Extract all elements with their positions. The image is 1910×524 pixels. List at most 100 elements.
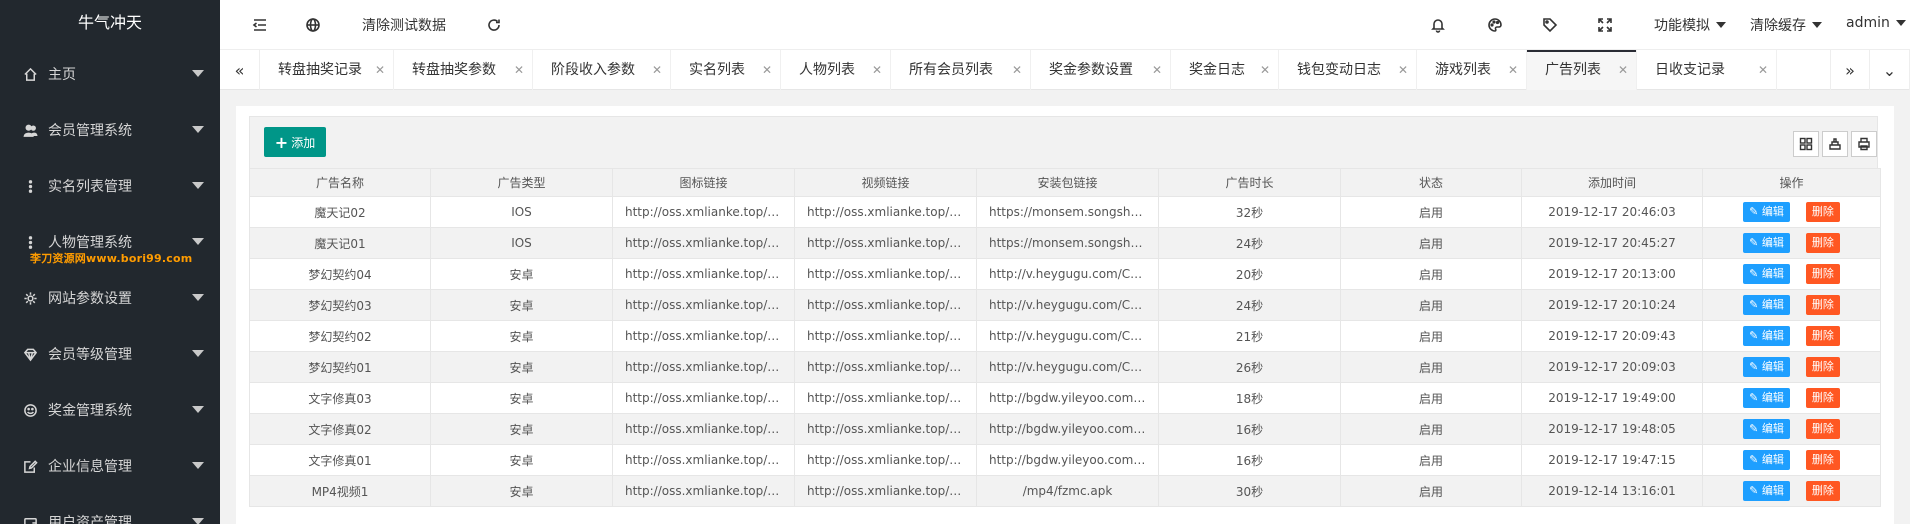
edit-button[interactable]: ✎ 编辑 bbox=[1743, 419, 1790, 439]
column-header[interactable]: 广告名称 bbox=[249, 168, 431, 197]
menu-toggle-icon[interactable] bbox=[250, 15, 270, 35]
edit-button[interactable]: ✎ 编辑 bbox=[1743, 295, 1790, 315]
table-cell-type: 安卓 bbox=[430, 351, 613, 383]
sidebar-item-bonus[interactable]: 奖金管理系统 bbox=[0, 382, 220, 438]
table-cell-video-url: http://oss.xmlianke.top/m... bbox=[794, 196, 977, 228]
tab-label: 转盘抽奖参数 bbox=[412, 62, 496, 78]
close-icon[interactable]: ✕ bbox=[1260, 50, 1270, 90]
delete-button[interactable]: 删除 bbox=[1805, 295, 1840, 315]
sidebar-item-home[interactable]: 主页 bbox=[0, 46, 220, 102]
close-icon[interactable]: ✕ bbox=[872, 50, 882, 90]
table-cell-pkg-url: http://bgdw.yileyoo.com/Yi... bbox=[976, 413, 1159, 445]
refresh-icon[interactable] bbox=[484, 15, 504, 35]
delete-button[interactable]: 删除 bbox=[1805, 233, 1840, 253]
tabs-menu-chevron-icon[interactable]: ⌄ bbox=[1870, 50, 1910, 90]
delete-button[interactable]: 删除 bbox=[1805, 388, 1840, 408]
edit-button[interactable]: ✎ 编辑 bbox=[1743, 450, 1790, 470]
table-cell-duration: 16秒 bbox=[1158, 413, 1341, 445]
sidebar-item-member-levels[interactable]: 会员等级管理 bbox=[0, 326, 220, 382]
column-header[interactable]: 添加时间 bbox=[1521, 168, 1703, 197]
close-icon[interactable]: ✕ bbox=[1398, 50, 1408, 90]
edit-button-label: 编辑 bbox=[1761, 205, 1784, 218]
tab-spin-params[interactable]: 转盘抽奖参数 ✕ bbox=[394, 50, 533, 90]
sidebar-item-site-settings[interactable]: 网站参数设置 bbox=[0, 270, 220, 326]
column-header[interactable]: 状态 bbox=[1340, 168, 1522, 197]
table-cell-status: 启用 bbox=[1340, 351, 1522, 383]
table-row: 梦幻契约04 安卓 http://oss.xmlianke.top/m... http… bbox=[249, 258, 1881, 290]
close-icon[interactable]: ✕ bbox=[1508, 50, 1518, 90]
column-header[interactable]: 图标链接 bbox=[612, 168, 795, 197]
clear-cache-label: 清除缓存 bbox=[1750, 18, 1806, 34]
table-cell-actions: ✎ 编辑 删除 bbox=[1702, 351, 1881, 383]
edit-button[interactable]: ✎ 编辑 bbox=[1743, 357, 1790, 377]
edit-button[interactable]: ✎ 编辑 bbox=[1743, 233, 1790, 253]
delete-button[interactable]: 删除 bbox=[1805, 357, 1840, 377]
close-icon[interactable]: ✕ bbox=[652, 50, 662, 90]
table-cell-duration: 30秒 bbox=[1158, 475, 1341, 507]
fullscreen-icon[interactable] bbox=[1595, 15, 1615, 35]
edit-button[interactable]: ✎ 编辑 bbox=[1743, 264, 1790, 284]
edit-button[interactable]: ✎ 编辑 bbox=[1743, 202, 1790, 222]
chevron-down-icon bbox=[192, 238, 204, 245]
close-icon[interactable]: ✕ bbox=[514, 50, 524, 90]
delete-button[interactable]: 删除 bbox=[1805, 450, 1840, 470]
delete-button[interactable]: 删除 bbox=[1805, 481, 1840, 501]
close-icon[interactable]: ✕ bbox=[1618, 50, 1628, 90]
chevron-down-icon bbox=[1895, 20, 1906, 26]
column-header[interactable]: 视频链接 bbox=[794, 168, 977, 197]
add-button[interactable]: + 添加 bbox=[264, 127, 326, 157]
sidebar-item-members[interactable]: 会员管理系统 bbox=[0, 102, 220, 158]
sidebar-item-assets[interactable]: 用户资产管理 bbox=[0, 494, 220, 524]
sidebar-item-realname[interactable]: 实名列表管理 bbox=[0, 158, 220, 214]
tab-ad-list[interactable]: 广告列表 ✕ bbox=[1527, 50, 1637, 90]
tab-daily-records[interactable]: 日收支记录 ✕ bbox=[1637, 50, 1777, 90]
tab-stage-income[interactable]: 阶段收入参数 ✕ bbox=[533, 50, 671, 90]
column-header[interactable]: 广告类型 bbox=[430, 168, 613, 197]
tag-icon[interactable] bbox=[1540, 15, 1560, 35]
sidebar-item-company[interactable]: 企业信息管理 bbox=[0, 438, 220, 494]
user-menu[interactable]: admin bbox=[1846, 15, 1906, 31]
tabs-scroll-left-icon[interactable]: « bbox=[220, 50, 260, 90]
delete-button[interactable]: 删除 bbox=[1805, 326, 1840, 346]
more-vertical-icon bbox=[22, 178, 38, 194]
table-cell-status: 启用 bbox=[1340, 227, 1522, 259]
print-icon[interactable] bbox=[1851, 131, 1877, 157]
tab-label: 转盘抽奖记录 bbox=[278, 62, 362, 78]
clear-cache-dropdown[interactable]: 清除缓存 bbox=[1750, 15, 1822, 35]
bell-icon[interactable] bbox=[1428, 15, 1448, 35]
pencil-icon: ✎ bbox=[1749, 298, 1762, 311]
close-icon[interactable]: ✕ bbox=[1152, 50, 1162, 90]
clear-test-data-button[interactable]: 清除测试数据 bbox=[362, 15, 446, 35]
chevron-down-icon bbox=[192, 462, 204, 469]
column-header[interactable]: 安装包链接 bbox=[976, 168, 1159, 197]
tab-game-list[interactable]: 游戏列表 ✕ bbox=[1417, 50, 1527, 90]
delete-button[interactable]: 删除 bbox=[1805, 202, 1840, 222]
delete-button[interactable]: 删除 bbox=[1805, 419, 1840, 439]
close-icon[interactable]: ✕ bbox=[1758, 50, 1768, 90]
edit-button[interactable]: ✎ 编辑 bbox=[1743, 388, 1790, 408]
tab-spin-records[interactable]: 转盘抽奖记录 ✕ bbox=[260, 50, 394, 90]
close-icon[interactable]: ✕ bbox=[1012, 50, 1022, 90]
tab-bonus-settings[interactable]: 奖金参数设置 ✕ bbox=[1031, 50, 1171, 90]
delete-button[interactable]: 删除 bbox=[1805, 264, 1840, 284]
columns-filter-icon[interactable] bbox=[1793, 131, 1819, 157]
tab-realname-list[interactable]: 实名列表 ✕ bbox=[671, 50, 781, 90]
sidebar: 牛气冲天 主页 会员管理系统 实名列表管理 人物管理系统 网站参数设置 会员等级… bbox=[0, 0, 220, 524]
tab-wallet-log[interactable]: 钱包变动日志 ✕ bbox=[1279, 50, 1417, 90]
tab-character-list[interactable]: 人物列表 ✕ bbox=[781, 50, 891, 90]
func-mode-dropdown[interactable]: 功能模拟 bbox=[1654, 15, 1726, 35]
palette-icon[interactable] bbox=[1485, 15, 1505, 35]
tabs-scroll-right-icon[interactable]: » bbox=[1830, 50, 1870, 90]
globe-icon[interactable] bbox=[303, 15, 323, 35]
close-icon[interactable]: ✕ bbox=[375, 50, 385, 90]
edit-button[interactable]: ✎ 编辑 bbox=[1743, 326, 1790, 346]
table-cell-status: 启用 bbox=[1340, 289, 1522, 321]
column-header[interactable]: 广告时长 bbox=[1158, 168, 1341, 197]
table-cell-name: MP4视频1 bbox=[249, 475, 431, 507]
column-header[interactable]: 操作 bbox=[1702, 168, 1881, 197]
export-icon[interactable] bbox=[1822, 131, 1848, 157]
close-icon[interactable]: ✕ bbox=[762, 50, 772, 90]
edit-button[interactable]: ✎ 编辑 bbox=[1743, 481, 1790, 501]
tab-bonus-log[interactable]: 奖金日志 ✕ bbox=[1171, 50, 1279, 90]
tab-all-members[interactable]: 所有会员列表 ✕ bbox=[891, 50, 1031, 90]
